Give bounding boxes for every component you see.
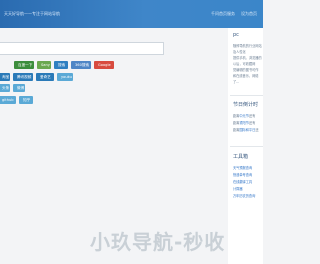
festival-link[interactable]: 国际和平日 — [239, 128, 255, 132]
tool-link[interactable]: 快递单号查询 — [233, 172, 252, 177]
countdown-suffix: 还 — [255, 128, 259, 132]
tool-link[interactable]: 天气预报查询 — [233, 165, 252, 170]
intro-line: 以后，可收藏网 — [233, 62, 256, 66]
watermark-text: 小玖导航-秒收 — [90, 230, 226, 254]
search-button[interactable]: 搜索 — [54, 61, 68, 69]
google-button[interactable]: Google — [94, 61, 114, 69]
site-button-row-2: 淘宝 腾讯视频 爱奇艺 youku — [0, 73, 73, 81]
countdown-line: 距离国际和平日还 — [233, 127, 259, 132]
countdown-card-title: 节日倒计时 — [233, 102, 259, 108]
tool-link[interactable]: 计算器 — [233, 186, 243, 191]
sidebar-divider — [230, 95, 263, 96]
top-link-set-home[interactable]: 设为首页 — [241, 11, 257, 17]
search-360-button[interactable]: 360搜索 — [71, 61, 91, 69]
sidebar-divider — [230, 146, 263, 147]
tool-link[interactable]: 在线翻译工具 — [233, 179, 252, 184]
search-input[interactable] — [0, 42, 164, 55]
top-links: 千问首页服务 设为首页 — [211, 11, 257, 17]
baidu-search-button[interactable]: 百度一下 — [14, 61, 34, 69]
intro-line: 觉编辑的图书可作 — [233, 68, 259, 72]
youku-button[interactable]: youku — [57, 73, 73, 81]
site-button-row-4: github 知乎 — [0, 96, 33, 104]
top-header: 天天好导航——专注于网站导航 千问首页服务 设为首页 — [0, 0, 263, 28]
festival-link[interactable]: 重阳节 — [239, 121, 249, 125]
site-title[interactable]: 天天好导航——专注于网站导航 — [4, 11, 60, 17]
site-button-row-3: 头条 微博 — [0, 84, 25, 92]
countdown-line: 距离中元节还有 — [233, 113, 255, 118]
toutiao-button[interactable]: 头条 — [0, 84, 10, 92]
top-link-service[interactable]: 千问首页服务 — [211, 11, 235, 17]
tool-link[interactable]: 万年历农历查询 — [233, 193, 255, 198]
intro-line: 提供手机、浏览器的 — [233, 56, 262, 60]
github-button[interactable]: github — [0, 96, 16, 104]
intro-line: 随即导航的行业网站 — [233, 44, 262, 48]
intro-line: 了... — [233, 80, 240, 84]
page-root: 天天好导航——专注于网站导航 千问首页服务 设为首页 百度一下 Sany 搜索 … — [0, 0, 263, 264]
sany-button[interactable]: Sany — [37, 61, 51, 69]
engine-button-row: 百度一下 Sany 搜索 360搜索 Google — [14, 61, 114, 69]
festival-link[interactable]: 中元节 — [239, 114, 249, 118]
intro-line: 和在线音乐，网络 — [233, 74, 259, 78]
countdown-line: 距离重阳节还有 — [233, 120, 255, 125]
countdown-suffix: 还有 — [248, 114, 256, 118]
iqiyi-button[interactable]: 爱奇艺 — [36, 73, 54, 81]
tencent-video-button[interactable]: 腾讯视频 — [13, 73, 33, 81]
intro-card-title: pc — [233, 32, 239, 38]
zhihu-button[interactable]: 知乎 — [19, 96, 33, 104]
toolbox-card-title: 工具箱 — [233, 154, 249, 160]
countdown-suffix: 还有 — [248, 121, 256, 125]
weibo-button[interactable]: 微博 — [13, 84, 25, 92]
taobao-button[interactable]: 淘宝 — [0, 73, 10, 81]
intro-line: 及人性化 — [233, 50, 246, 54]
